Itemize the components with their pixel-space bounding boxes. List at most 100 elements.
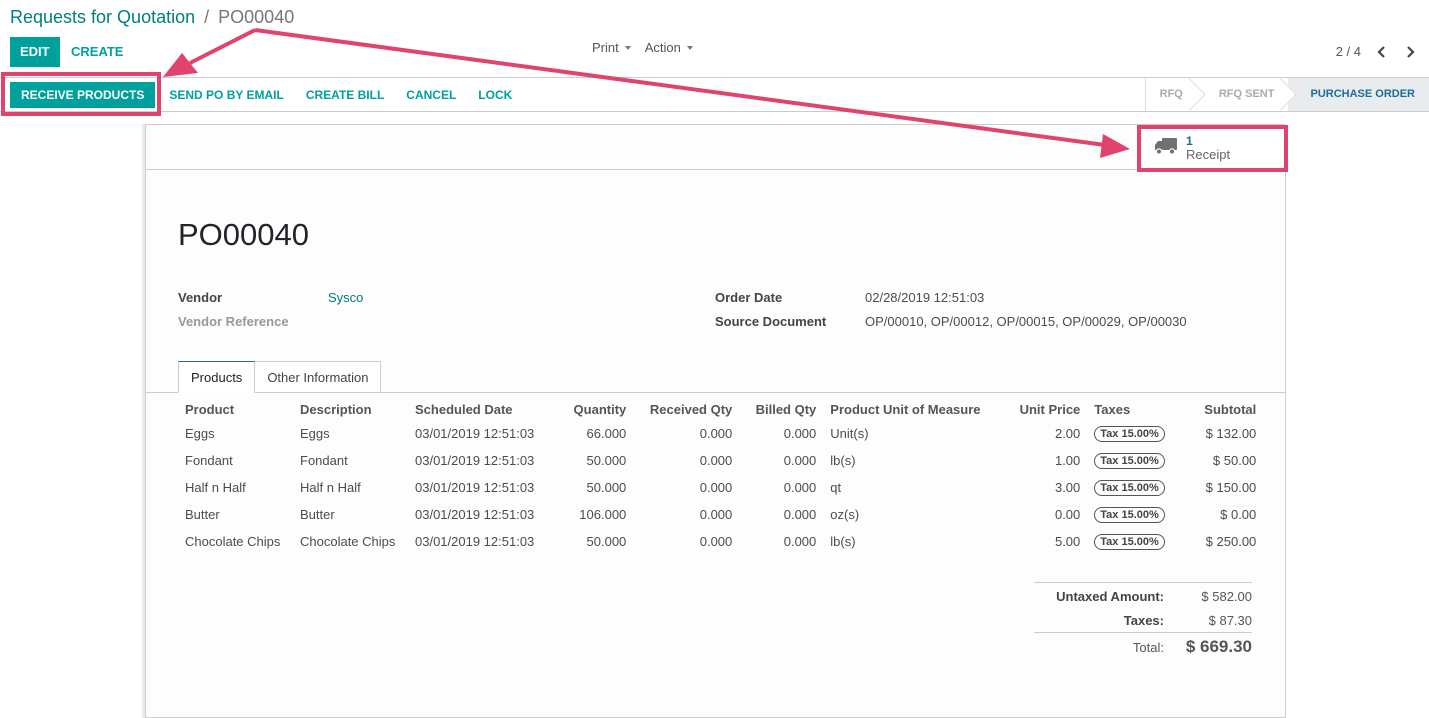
col-description[interactable]: Description [293,398,408,420]
cancel-button[interactable]: CANCEL [395,82,467,108]
stage-rfq[interactable]: RFQ [1146,78,1197,111]
order-date-value: 02/28/2019 12:51:03 [865,289,985,305]
stage-label: RFQ [1159,88,1183,100]
action-dropdown[interactable]: Action [645,40,693,55]
chevron-right-icon[interactable] [1403,45,1417,59]
table-row[interactable]: Butter Butter 03/01/2019 12:51:03 106.000 0.… [178,501,1263,528]
field-vendor: Vendor Sysco [178,285,363,309]
cell-billed-qty: 0.000 [783,480,817,495]
col-taxes[interactable]: Taxes [1087,398,1177,420]
cell-subtotal: $ 50.00 [1212,453,1257,468]
tax-tag: Tax 15.00% [1094,534,1165,550]
status-buttons: RECEIVE PRODUCTS SEND PO BY EMAIL CREATE… [10,82,523,108]
edit-button[interactable]: EDIT [10,37,60,67]
col-uom[interactable]: Product Unit of Measure [823,398,1003,420]
cell-quantity: 66.000 [586,426,627,441]
breadcrumb-parent[interactable]: Requests for Quotation [10,7,195,27]
notebook-tabs: Products Other Information [178,361,382,393]
taxes-value: $ 87.30 [1208,612,1252,628]
cell-scheduled-date: 03/01/2019 12:51:03 [415,480,535,495]
cell-description: Butter [300,507,335,522]
col-received-qty[interactable]: Received Qty [633,398,739,420]
pager-value[interactable]: 2 / 4 [1336,44,1361,59]
cell-description: Eggs [300,426,330,441]
col-billed-qty[interactable]: Billed Qty [739,398,823,420]
right-field-group: Order Date 02/28/2019 12:51:03 Source Do… [715,285,1187,333]
vendor-value[interactable]: Sysco [328,290,363,305]
form-sheet: 1 Receipt PO00040 Vendor Sysco Vendor Re… [145,124,1286,718]
stage-purchase-order[interactable]: PURCHASE ORDER [1288,78,1429,111]
cell-description: Fondant [300,453,348,468]
create-bill-button[interactable]: CREATE BILL [295,82,395,108]
tax-tag: Tax 15.00% [1094,453,1165,469]
taxes-label: Taxes: [1123,612,1164,628]
breadcrumb-current: PO00040 [218,7,295,27]
cell-scheduled-date: 03/01/2019 12:51:03 [415,507,535,522]
cell-unit-price: 2.00 [1054,426,1081,441]
tab-other-information[interactable]: Other Information [255,361,382,393]
caret-down-icon [624,45,631,50]
chevron-left-icon[interactable] [1375,45,1389,59]
receive-products-button[interactable]: RECEIVE PRODUCTS [10,82,156,108]
caret-down-icon [686,45,693,50]
cell-billed-qty: 0.000 [783,453,817,468]
cell-subtotal: $ 132.00 [1205,426,1257,441]
cell-received-qty: 0.000 [699,507,733,522]
print-label: Print [592,40,619,55]
field-vendor-reference: Vendor Reference [178,309,363,333]
send-po-by-email-button[interactable]: SEND PO BY EMAIL [158,82,294,108]
vendor-label: Vendor [178,289,223,305]
cell-subtotal: $ 0.00 [1220,507,1257,522]
col-quantity[interactable]: Quantity [541,398,633,420]
untaxed-amount-value: $ 582.00 [1201,588,1252,604]
cell-scheduled-date: 03/01/2019 12:51:03 [415,426,535,441]
untaxed-amount-label: Untaxed Amount: [1056,588,1164,604]
tab-products[interactable]: Products [178,361,256,393]
cell-description: Chocolate Chips [300,534,396,549]
table-row[interactable]: Fondant Fondant 03/01/2019 12:51:03 50.000 0… [178,447,1263,474]
button-box: 1 Receipt [146,125,1285,170]
col-unit-price[interactable]: Unit Price [1003,398,1087,420]
stage-arrow [1189,78,1205,111]
cell-scheduled-date: 03/01/2019 12:51:03 [415,453,535,468]
cell-billed-qty: 0.000 [783,507,817,522]
cell-taxes: Tax 15.00% [1087,501,1177,528]
cell-uom: Unit(s) [830,426,869,441]
cell-product: Half n Half [185,480,246,495]
col-product[interactable]: Product [178,398,293,420]
table-row[interactable]: Chocolate Chips Chocolate Chips 03/01/2019… [178,528,1263,555]
cell-quantity: 50.000 [586,480,627,495]
taxes-row: Taxes: $ 87.30 [1034,608,1252,632]
tax-tag: Tax 15.00% [1094,480,1165,496]
cell-product: Fondant [185,453,233,468]
totals-divider [1034,582,1252,583]
lock-button[interactable]: LOCK [467,82,523,108]
total-value: $ 669.30 [1185,637,1252,656]
page-title: PO00040 [178,217,309,252]
cell-uom: lb(s) [830,534,856,549]
col-scheduled-date[interactable]: Scheduled Date [408,398,541,420]
cell-quantity: 50.000 [586,453,627,468]
action-label: Action [644,40,681,55]
cell-quantity: 106.000 [579,507,627,522]
cell-uom: qt [830,480,842,495]
table-row[interactable]: Eggs Eggs 03/01/2019 12:51:03 66.000 0.000 0.… [178,420,1263,447]
create-button[interactable]: CREATE [62,37,132,67]
untaxed-amount-row: Untaxed Amount: $ 582.00 [1034,584,1252,608]
order-lines-table: Product Description Scheduled Date Quant… [178,398,1263,555]
receipt-label: Receipt [1186,146,1231,162]
tax-tag: Tax 15.00% [1094,507,1165,523]
stage-label: RFQ SENT [1218,88,1275,100]
table-row[interactable]: Half n Half Half n Half 03/01/2019 12:51:0… [178,474,1263,501]
stage-rfq-sent[interactable]: RFQ SENT [1197,78,1289,111]
cell-taxes: Tax 15.00% [1087,474,1177,501]
source-document-value: OP/00010, OP/00012, OP/00015, OP/00029, … [865,313,1187,329]
breadcrumb-separator: / [204,7,210,27]
col-subtotal[interactable]: Subtotal [1177,398,1263,420]
receipt-smart-button[interactable]: 1 Receipt [1139,125,1285,170]
sidebar-menus: Print Action [592,40,693,55]
pager: 2 / 4 [1336,44,1417,59]
cell-unit-price: 0.00 [1054,507,1081,522]
print-dropdown[interactable]: Print [592,40,631,55]
cell-billed-qty: 0.000 [783,534,817,549]
